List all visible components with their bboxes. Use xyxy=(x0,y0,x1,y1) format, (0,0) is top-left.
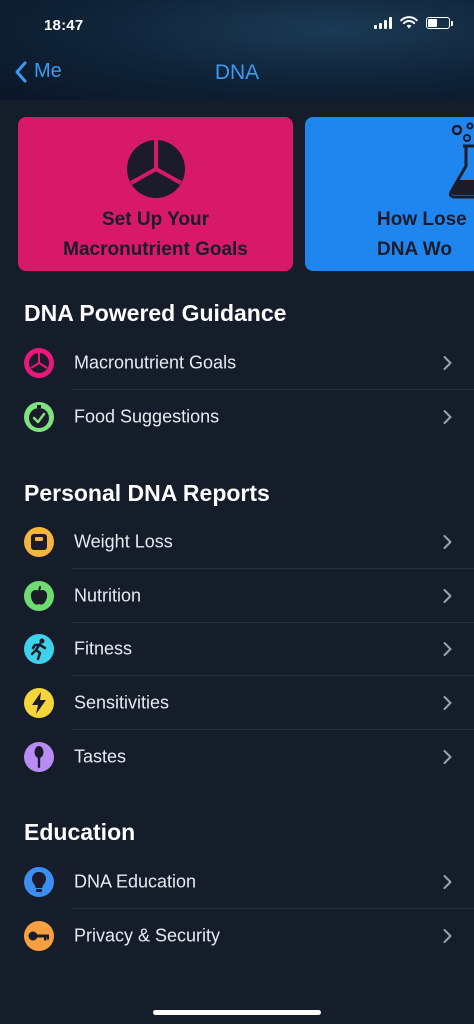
macro-pie-icon xyxy=(23,347,55,379)
battery-icon xyxy=(426,16,453,29)
list-item-macronutrient-goals[interactable]: Macronutrient Goals xyxy=(0,336,474,390)
stopwatch-check-icon xyxy=(23,401,55,433)
chevron-right-icon xyxy=(443,642,452,656)
status-icons xyxy=(374,16,453,29)
flask-icon xyxy=(449,122,474,199)
cellular-signal-icon xyxy=(374,16,392,29)
list-item-label: DNA Education xyxy=(74,871,197,892)
list-item-label: Sensitivities xyxy=(74,692,170,713)
feature-cards-carousel[interactable]: Set Up Your Macronutrient Goals How Lose… xyxy=(18,117,474,271)
list-item-label: Fitness xyxy=(74,638,133,659)
lightning-icon xyxy=(23,687,55,719)
apple-icon xyxy=(23,580,55,612)
list-item-label: Privacy & Security xyxy=(74,925,221,946)
macronutrient-goals-card[interactable]: Set Up Your Macronutrient Goals xyxy=(18,117,293,271)
pie-chart-icon xyxy=(126,140,185,198)
list-item-sensitivities[interactable]: Sensitivities xyxy=(0,676,474,730)
chevron-right-icon xyxy=(443,750,452,764)
card-title: Set Up Your Macronutrient Goals xyxy=(63,209,248,260)
list-item-label: Food Suggestions xyxy=(74,406,220,427)
chevron-right-icon xyxy=(443,696,452,710)
list-item-label: Tastes xyxy=(74,746,127,767)
section-title-dna-powered-guidance: DNA Powered Guidance xyxy=(24,300,287,326)
list-item-food-suggestions[interactable]: Food Suggestions xyxy=(0,390,474,444)
scale-icon xyxy=(23,526,55,558)
status-time: 18:47 xyxy=(44,17,84,34)
header: 18:47 Me DNA xyxy=(0,0,474,100)
how-lose-it-dna-works-card[interactable]: How Lose DNA Wo xyxy=(305,117,474,271)
section-title-education: Education xyxy=(24,819,136,845)
chevron-right-icon xyxy=(443,589,452,603)
home-indicator[interactable] xyxy=(153,1010,321,1015)
key-icon xyxy=(23,920,55,952)
chevron-right-icon xyxy=(443,535,452,549)
chevron-right-icon xyxy=(443,929,452,943)
list-item-tastes[interactable]: Tastes xyxy=(0,730,474,784)
lightbulb-icon xyxy=(23,866,55,898)
list-item-privacy-security[interactable]: Privacy & Security xyxy=(0,909,474,963)
list-item-dna-education[interactable]: DNA Education xyxy=(0,855,474,909)
list-item-label: Nutrition xyxy=(74,585,142,606)
page-title: DNA xyxy=(214,61,260,84)
spoon-icon xyxy=(23,741,55,773)
chevron-right-icon xyxy=(443,875,452,889)
list-item-label: Macronutrient Goals xyxy=(74,352,237,373)
chevron-right-icon xyxy=(443,356,452,370)
list-item-weight-loss[interactable]: Weight Loss xyxy=(0,515,474,569)
card-title: How Lose DNA Wo xyxy=(377,209,467,260)
chevron-right-icon xyxy=(443,410,452,424)
list-item-label: Weight Loss xyxy=(74,531,173,552)
wifi-icon xyxy=(400,16,418,29)
section-title-personal-dna-reports: Personal DNA Reports xyxy=(24,480,270,506)
list-item-nutrition[interactable]: Nutrition xyxy=(0,569,474,623)
list-item-fitness[interactable]: Fitness xyxy=(0,622,474,676)
runner-icon xyxy=(23,633,55,665)
